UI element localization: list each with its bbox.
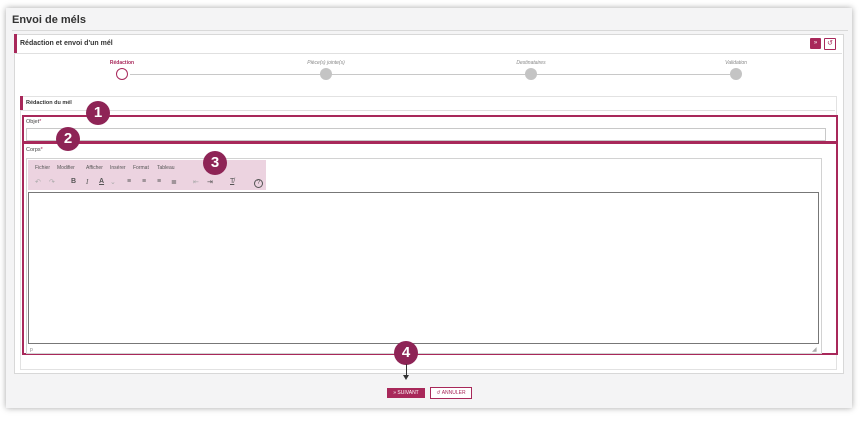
next-button[interactable]: » SUIVANT (387, 388, 425, 398)
corps-label: Corps* (26, 147, 43, 153)
callout-arrow-head-icon (403, 375, 409, 380)
align-justify-icon[interactable]: ≣ (171, 178, 177, 186)
bold-icon[interactable]: B (71, 178, 76, 185)
card-title: Rédaction et envoi d'un mél (20, 40, 113, 47)
menu-format[interactable]: Format (133, 165, 149, 171)
section-divider (20, 110, 835, 111)
step-dot-redaction[interactable] (116, 68, 128, 80)
step-label-validation: Validation (725, 60, 747, 66)
align-center-icon[interactable]: ≡ (142, 178, 146, 185)
editor-status-path: p (30, 347, 33, 353)
text-color-dropdown-icon[interactable]: ⌄ (110, 178, 116, 186)
menu-tableau[interactable]: Tableau (157, 165, 175, 171)
stepper-line (130, 74, 730, 75)
resize-handle-icon[interactable]: ◢ (812, 346, 817, 353)
menu-inserer[interactable]: Insérer (110, 165, 126, 171)
step-label-destinataires: Destinataires (516, 60, 546, 66)
title-divider (12, 30, 848, 31)
indent-icon[interactable]: ⇥ (207, 178, 213, 186)
menu-fichier[interactable]: Fichier (35, 165, 50, 171)
editor-content-area[interactable] (28, 192, 819, 344)
page-title: Envoi de méls (12, 14, 86, 26)
objet-input[interactable] (26, 128, 826, 141)
step-dot-destinataires[interactable] (525, 68, 537, 80)
collapse-button[interactable]: » (810, 38, 821, 49)
menu-modifier[interactable]: Modifier (57, 165, 75, 171)
callout-badge-1: 1 (86, 101, 110, 125)
step-label-redaction: Rédaction (109, 60, 135, 66)
card-header (14, 34, 842, 53)
step-dot-pieces-jointes[interactable] (320, 68, 332, 80)
section-header (20, 96, 835, 110)
align-left-icon[interactable]: ≡ (127, 178, 131, 185)
step-label-pieces-jointes: Pièce(s) jointe(s) (307, 60, 345, 66)
callout-badge-4: 4 (394, 341, 418, 365)
callout-badge-3: 3 (203, 151, 227, 175)
card-header-divider (14, 53, 842, 54)
reset-button[interactable]: ↺ (824, 38, 836, 50)
menu-afficher[interactable]: Afficher (86, 165, 103, 171)
redo-icon[interactable]: ↷ (49, 178, 55, 186)
objet-label: Objet* (26, 119, 42, 125)
cancel-button[interactable]: ↺ ANNULER (430, 387, 472, 399)
undo-icon[interactable]: ↶ (35, 178, 41, 186)
callout-badge-2: 2 (56, 127, 80, 151)
help-icon[interactable]: ? (254, 179, 263, 188)
clear-format-icon[interactable]: T̸ (230, 178, 234, 185)
align-right-icon[interactable]: ≡ (157, 178, 161, 185)
section-title: Rédaction du mél (26, 100, 72, 106)
text-color-icon[interactable]: A (99, 178, 104, 185)
outdent-icon[interactable]: ⇤ (193, 178, 199, 186)
step-dot-validation[interactable] (730, 68, 742, 80)
italic-icon[interactable]: I (86, 178, 88, 186)
